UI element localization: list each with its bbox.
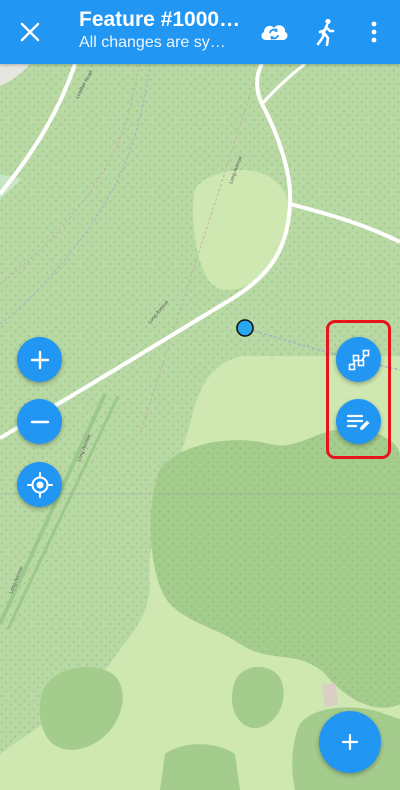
walking-icon xyxy=(316,18,335,46)
plus-icon xyxy=(30,350,49,369)
edit-attributes-icon xyxy=(346,414,369,430)
close-button[interactable] xyxy=(10,12,50,52)
gps-target-icon xyxy=(26,471,53,498)
woodland-patch-3 xyxy=(160,744,240,790)
more-vertical-icon xyxy=(371,21,377,43)
feature-title: Feature #1000… xyxy=(79,8,241,31)
tracking-button[interactable] xyxy=(306,12,346,52)
zoom-in-button[interactable] xyxy=(17,337,62,382)
plus-icon xyxy=(341,733,359,751)
cloud-sync-icon xyxy=(261,25,288,40)
minus-icon xyxy=(30,420,49,423)
edit-attributes-button[interactable] xyxy=(336,399,381,444)
app-bar: Feature #1000… All changes are sy… xyxy=(0,0,400,64)
edit-geometry-icon xyxy=(348,349,369,370)
edit-geometry-button[interactable] xyxy=(336,337,381,382)
screen: Lowther Road Long Avenue Long Avenue Lon… xyxy=(0,0,400,790)
zoom-out-button[interactable] xyxy=(17,399,62,444)
overflow-menu-button[interactable] xyxy=(354,12,394,52)
sync-button[interactable] xyxy=(254,12,294,52)
close-icon xyxy=(20,22,40,42)
sync-status: All changes are sy… xyxy=(79,34,226,51)
title-block: Feature #1000… All changes are sy… xyxy=(79,7,247,53)
feature-point-marker[interactable] xyxy=(236,319,254,337)
add-feature-button[interactable] xyxy=(319,711,381,773)
locate-me-button[interactable] xyxy=(17,462,62,507)
